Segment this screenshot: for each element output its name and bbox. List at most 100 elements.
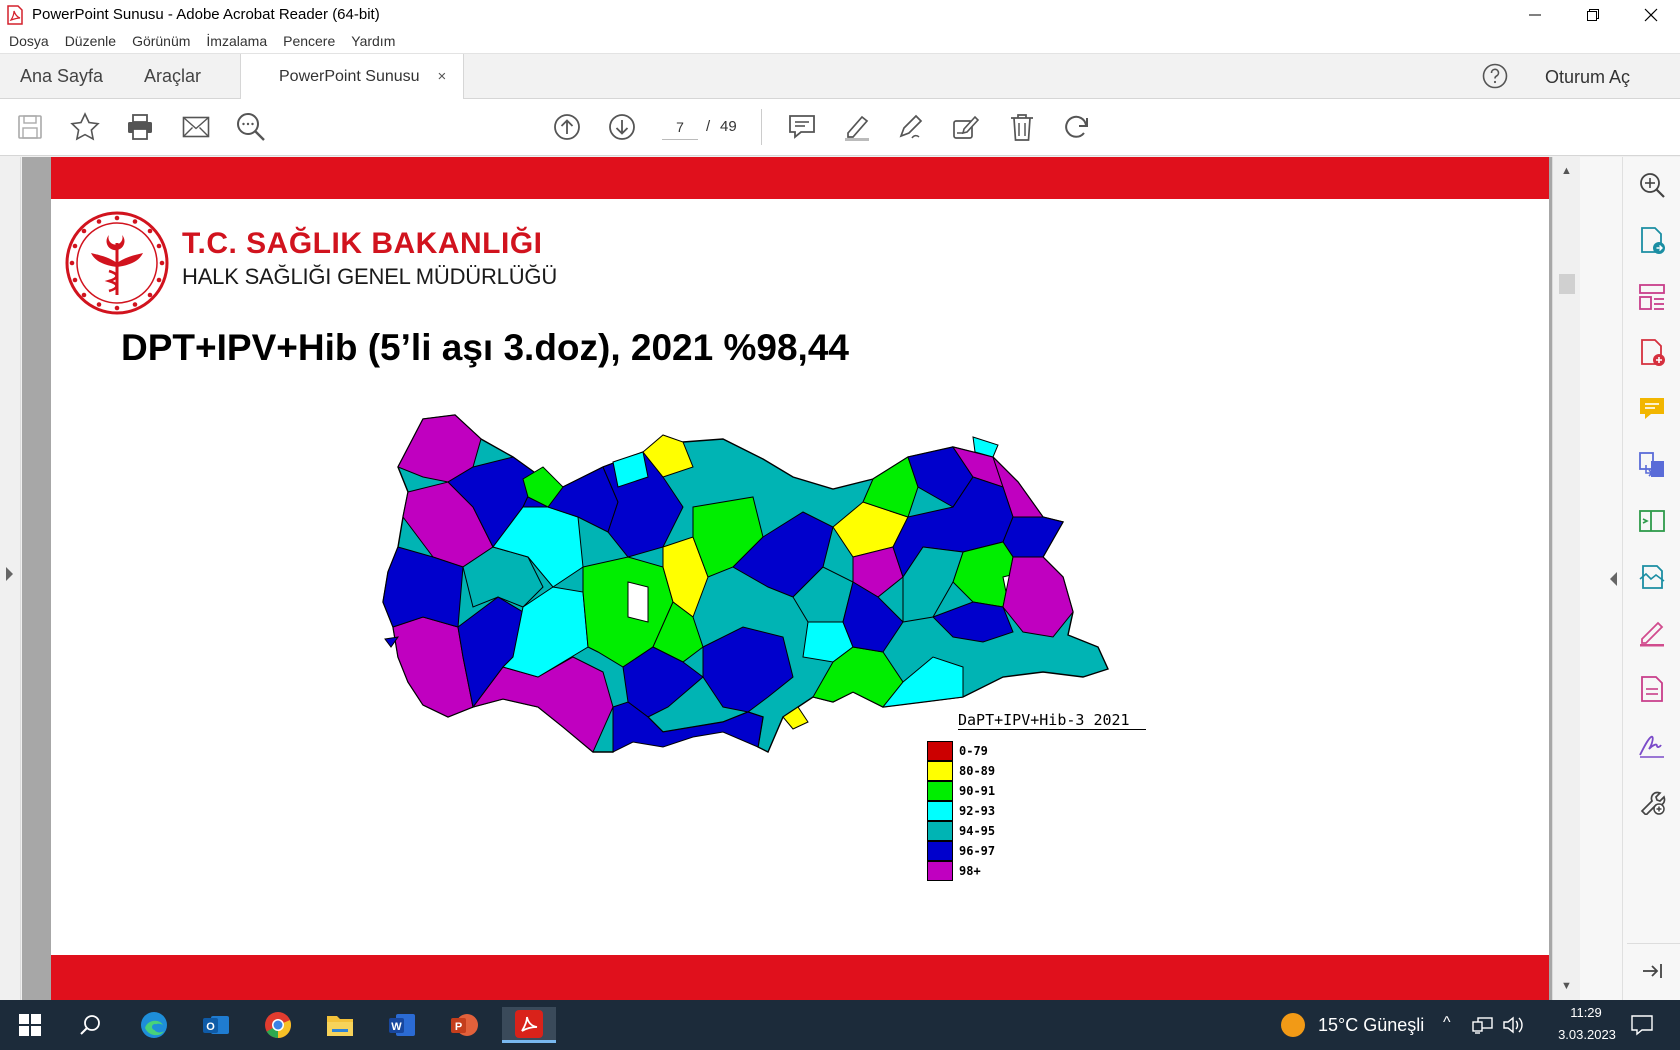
taskbar-powerpoint[interactable]: P [442, 1007, 486, 1043]
document-view[interactable]: T.C. SAĞLIK BAKANLIĞI HALK SAĞLIĞI GENEL… [22, 157, 1552, 1000]
minimize-icon [1529, 14, 1541, 15]
vertical-scrollbar[interactable]: ▲ ▼ [1552, 157, 1579, 1000]
menu-help[interactable]: Yardım [351, 33, 395, 49]
zoom-tool[interactable] [1636, 169, 1668, 201]
weather-text[interactable]: 15°C Güneşli [1318, 1015, 1424, 1036]
left-navigation-panel [0, 157, 21, 1000]
close-tab-button[interactable]: × [438, 68, 447, 85]
fill-sign-button[interactable] [950, 111, 982, 143]
edit-form-icon [953, 115, 980, 139]
send-review-icon [1639, 565, 1665, 589]
slide-footer-band [51, 955, 1549, 1000]
next-page-button[interactable] [606, 111, 638, 143]
menu-bar: Dosya Düzenle Görünüm İmzalama Pencere Y… [0, 29, 1680, 54]
ministry-logo [65, 211, 169, 315]
search-button[interactable] [235, 111, 267, 143]
toolbar: / 49 [0, 99, 1680, 156]
taskbar-acrobat-active[interactable] [502, 1007, 556, 1043]
legend-item: 94-95 [927, 821, 995, 841]
highlight-button[interactable] [841, 111, 873, 143]
tab-tools[interactable]: Araçlar [144, 66, 201, 87]
legend-title: DaPT+IPV+Hib-3 2021 [958, 711, 1146, 730]
previous-page-button[interactable] [551, 111, 583, 143]
arrow-down-circle-icon [609, 114, 635, 140]
menu-window[interactable]: Pencere [283, 33, 335, 49]
taskbar-file-explorer[interactable] [318, 1007, 362, 1043]
print-button[interactable] [124, 111, 156, 143]
tab-home[interactable]: Ana Sayfa [20, 66, 103, 87]
menu-sign[interactable]: İmzalama [206, 33, 267, 49]
legend-label: 96-97 [959, 844, 996, 858]
bookmark-button[interactable] [69, 111, 101, 143]
edit-pdf-icon [1639, 510, 1665, 532]
close-icon [1644, 8, 1658, 21]
restore-icon [1587, 8, 1599, 21]
menu-file[interactable]: Dosya [9, 33, 49, 49]
rotate-icon [1065, 115, 1088, 138]
organization-name: T.C. SAĞLIK BAKANLIĞI [182, 227, 543, 260]
restore-button[interactable] [1564, 0, 1622, 29]
arrow-up-circle-icon [554, 114, 580, 140]
legend-label: 0-79 [959, 744, 988, 758]
start-button[interactable] [8, 1007, 52, 1043]
scroll-thumb[interactable] [1559, 274, 1575, 294]
email-button[interactable] [180, 111, 212, 143]
taskbar-word[interactable]: W [380, 1007, 424, 1043]
tray-chevron-icon[interactable]: ^ [1443, 1014, 1451, 1032]
combine-files-tool[interactable] [1636, 449, 1668, 481]
scroll-up-icon[interactable]: ▲ [1561, 165, 1572, 177]
word-icon: W [389, 1014, 415, 1036]
sign-in-button[interactable]: Oturum Aç [1545, 67, 1630, 88]
send-for-review-tool[interactable] [1636, 561, 1668, 593]
search-icon [237, 113, 265, 141]
collapse-tools-button[interactable] [1636, 955, 1668, 987]
right-tools-pane [1580, 157, 1680, 1000]
more-tools[interactable] [1636, 785, 1668, 817]
clock-time[interactable]: 11:29 [1552, 1005, 1620, 1020]
page-number-input[interactable] [662, 114, 698, 140]
organization-subtitle: HALK SAĞLIĞI GENEL MÜDÜRLÜĞÜ [182, 264, 558, 289]
scroll-down-icon[interactable]: ▼ [1561, 980, 1572, 992]
delete-button[interactable] [1006, 111, 1038, 143]
menu-edit[interactable]: Düzenle [65, 33, 116, 49]
edge-icon [141, 1012, 167, 1038]
tools-divider [1627, 943, 1680, 944]
legend-label: 80-89 [959, 764, 996, 778]
draw-button[interactable] [895, 111, 927, 143]
taskbar-chrome[interactable] [256, 1007, 300, 1043]
comment-button[interactable] [786, 111, 818, 143]
mail-icon [182, 116, 210, 138]
prepare-form-tool[interactable] [1636, 673, 1668, 705]
organize-pages-tool[interactable] [1636, 281, 1668, 313]
minimize-button[interactable] [1506, 0, 1564, 29]
svg-text:O: O [206, 1021, 215, 1033]
comment-tool[interactable] [1636, 393, 1668, 425]
taskbar-edge[interactable] [132, 1007, 176, 1043]
request-signature-tool[interactable] [1636, 729, 1668, 761]
close-window-button[interactable] [1622, 0, 1680, 29]
legend-swatch [927, 761, 953, 781]
clock-date[interactable]: 3.03.2023 [1545, 1027, 1629, 1042]
rotate-button[interactable] [1061, 111, 1093, 143]
tab-document[interactable]: PowerPoint Sunusu × [240, 54, 464, 99]
edit-pdf-tool[interactable] [1636, 505, 1668, 537]
map-legend: DaPT+IPV+Hib-3 2021 0-79 80-89 90-91 92-… [923, 707, 1183, 907]
create-pdf-icon [1641, 339, 1665, 366]
speaker-icon[interactable] [1502, 1015, 1524, 1035]
network-icon[interactable] [1472, 1016, 1494, 1034]
collapse-right-pane-icon[interactable] [1610, 572, 1617, 586]
outlook-icon: O [203, 1016, 229, 1034]
fill-and-sign-tool[interactable] [1636, 617, 1668, 649]
export-pdf-tool[interactable] [1636, 225, 1668, 257]
taskbar-outlook[interactable]: O [194, 1007, 238, 1043]
save-button[interactable] [14, 111, 46, 143]
menu-view[interactable]: Görünüm [132, 33, 190, 49]
help-icon[interactable] [1482, 63, 1508, 89]
expand-left-panel-icon[interactable] [6, 567, 13, 581]
wrench-plus-icon [1640, 791, 1666, 815]
taskbar-search[interactable] [68, 1007, 112, 1043]
acrobat-icon [7, 4, 23, 25]
notifications-icon[interactable] [1630, 1014, 1654, 1036]
create-pdf-tool[interactable] [1636, 337, 1668, 369]
legend-item: 90-91 [927, 781, 995, 801]
